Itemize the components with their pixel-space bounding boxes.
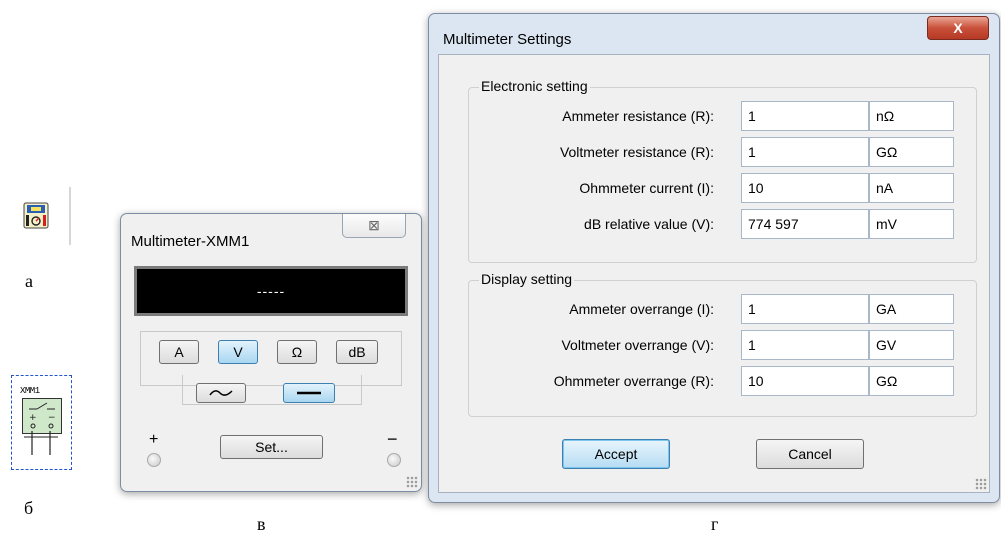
multimeter-tool-icon[interactable] [11,187,71,245]
dc-line-icon [297,391,321,395]
schematic-leads [24,431,58,455]
svg-text:+: + [29,413,37,423]
figure-label-c: в [257,514,266,534]
meter-display: ----- [134,266,408,316]
resize-grip[interactable] [406,476,418,488]
voltmeter-overrange-unit-text: GV [876,337,897,353]
multimeter-window-title: Multimeter-XMM1 [131,233,250,250]
negative-terminal-label: − [387,429,398,449]
ohmmeter-current-unit-text: nA [876,180,894,196]
ohmmeter-current-input[interactable]: 10 [741,173,869,203]
voltmeter-resistance-label: Voltmeter resistance (R): [559,144,714,160]
ammeter-resistance-value: 1 [748,108,756,124]
voltmeter-resistance-value: 1 [748,144,756,160]
electronic-setting-group: Electronic setting Ammeter resistance (R… [468,78,977,263]
voltmeter-resistance-unit[interactable]: GΩ [869,137,954,167]
figure-label-a: а [25,271,33,291]
voltmeter-resistance-input[interactable]: 1 [741,137,869,167]
ohmmeter-mode-label: Ω [291,344,303,360]
cancel-button-label: Cancel [788,446,832,462]
meter-reading: ----- [256,283,286,299]
negative-terminal[interactable] [387,453,401,467]
ohmmeter-current-unit[interactable]: nA [869,173,954,203]
voltmeter-overrange-input[interactable]: 1 [741,330,869,360]
ohmmeter-current-value: 10 [748,180,764,196]
settings-dialog-title: Multimeter Settings [443,31,572,48]
ohmmeter-mode-button[interactable]: Ω [277,340,317,364]
close-icon: ⊠ [368,217,380,233]
ammeter-resistance-unit-text: nΩ [876,108,895,124]
set-button-label: Set... [255,439,288,455]
voltmeter-mode-label: V [233,344,243,360]
multimeter-symbol-icon: + − [22,398,62,434]
ammeter-overrange-label: Ammeter overrange (I): [569,301,714,317]
decibel-mode-button[interactable]: dB [336,340,378,364]
voltmeter-overrange-value: 1 [748,337,756,353]
db-relative-value: 774 597 [748,216,799,232]
ammeter-resistance-label: Ammeter resistance (R): [562,108,714,124]
schematic-ref: XMM1 [20,386,40,396]
ammeter-overrange-unit[interactable]: GA [869,294,954,324]
display-setting-group: Display setting Ammeter overrange (I): 1… [468,271,977,417]
accept-button-label: Accept [594,446,638,462]
voltmeter-overrange-unit[interactable]: GV [869,330,954,360]
close-button[interactable]: X [927,16,989,40]
toolbar-edge [69,187,71,245]
resize-grip[interactable] [975,478,987,490]
multimeter-icon [23,202,49,229]
ac-signal-button[interactable] [196,383,246,403]
positive-terminal-label: + [149,431,159,448]
ammeter-overrange-value: 1 [748,301,756,317]
ohmmeter-overrange-input[interactable]: 10 [741,366,869,396]
ohmmeter-overrange-unit[interactable]: GΩ [869,366,954,396]
voltmeter-mode-button[interactable]: V [218,340,258,364]
settings-dialog: Multimeter Settings X Electronic setting… [428,13,1000,503]
figure-label-b: б [24,498,34,518]
display-setting-title: Display setting [479,271,575,287]
db-relative-unit-text: mV [876,216,897,232]
ohmmeter-overrange-label: Ohmmeter overrange (R): [553,373,714,389]
figure-label-d: г [711,514,719,534]
multimeter-schematic-symbol[interactable]: XMM1 + − [11,375,72,470]
close-button[interactable]: ⊠ [342,214,406,238]
ammeter-resistance-unit[interactable]: nΩ [869,101,954,131]
ohmmeter-overrange-unit-text: GΩ [876,373,898,389]
set-button[interactable]: Set... [220,435,323,459]
ammeter-overrange-unit-text: GA [876,301,897,317]
ammeter-mode-label: A [174,344,184,360]
db-relative-label: dB relative value (V): [584,216,714,232]
settings-client-area: Electronic setting Ammeter resistance (R… [438,54,990,493]
ammeter-overrange-input[interactable]: 1 [741,294,869,324]
accept-button[interactable]: Accept [562,439,670,469]
electronic-setting-title: Electronic setting [479,78,590,94]
voltmeter-overrange-label: Voltmeter overrange (V): [561,337,714,353]
svg-text:−: − [48,413,56,423]
multimeter-window: Multimeter-XMM1 ⊠ ----- A V Ω dB + Set..… [120,213,422,492]
db-relative-unit[interactable]: mV [869,209,954,239]
sine-wave-icon [209,390,233,396]
decibel-mode-label: dB [348,344,366,360]
dc-signal-button[interactable] [283,383,335,403]
close-icon: X [953,20,963,36]
cancel-button[interactable]: Cancel [756,439,864,469]
ammeter-mode-button[interactable]: A [159,340,199,364]
voltmeter-resistance-unit-text: GΩ [876,144,898,160]
ohmmeter-current-label: Ohmmeter current (I): [579,180,714,196]
db-relative-input[interactable]: 774 597 [741,209,869,239]
ammeter-resistance-input[interactable]: 1 [741,101,869,131]
ohmmeter-overrange-value: 10 [748,373,764,389]
positive-terminal[interactable] [147,453,161,467]
